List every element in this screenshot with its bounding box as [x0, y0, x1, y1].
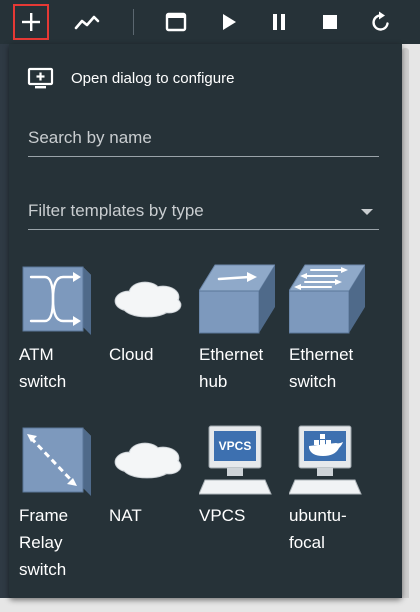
dropdown-arrow-icon	[361, 209, 373, 215]
template-name: Ethernet switch	[289, 345, 354, 391]
template-atm-switch[interactable]: ATM switch	[19, 263, 103, 395]
filter-select[interactable]: Filter templates by type	[28, 189, 379, 230]
console-button[interactable]	[158, 4, 194, 40]
template-name: Frame Relay switch	[19, 506, 69, 579]
console-icon	[165, 12, 187, 32]
template-name: Cloud	[109, 345, 154, 364]
ubuntu-focal-icon	[289, 425, 362, 495]
template-frame-relay-switch[interactable]: Frame Relay switch	[19, 424, 103, 583]
toolbar	[0, 0, 420, 44]
add-to-queue-icon	[27, 67, 54, 89]
template-vpcs[interactable]: VPCS VPCS	[199, 424, 283, 529]
stop-icon	[323, 15, 337, 29]
template-ethernet-hub[interactable]: Ethernet hub	[199, 263, 283, 395]
add-button[interactable]	[13, 4, 49, 40]
reload-icon	[372, 11, 389, 31]
filter-select-label: Filter templates by type	[28, 201, 204, 220]
scrollbar[interactable]	[402, 48, 409, 608]
template-name: Ethernet hub	[199, 345, 264, 391]
open-dialog-label: Open dialog to configure	[71, 69, 235, 87]
atm-switch-icon	[22, 266, 91, 335]
nat-icon	[114, 442, 182, 479]
template-name: ATM switch	[19, 345, 67, 391]
template-name: NAT	[109, 506, 142, 525]
chart-icon	[74, 15, 100, 30]
vpcs-screen-text: VPCS	[219, 439, 252, 453]
ethernet-switch-icon	[289, 264, 365, 334]
add-icon	[22, 13, 40, 31]
ethernet-hub-icon	[199, 264, 275, 334]
template-name: ubuntu-focal	[289, 506, 347, 552]
search-field[interactable]	[28, 116, 379, 157]
pause-icon	[273, 14, 285, 30]
start-button[interactable]	[211, 4, 247, 40]
template-cloud[interactable]: Cloud	[109, 263, 193, 368]
stop-button[interactable]	[312, 4, 348, 40]
template-ethernet-switch[interactable]: Ethernet switch	[289, 263, 373, 395]
template-ubuntu-focal[interactable]: ubuntu-focal	[289, 424, 373, 556]
cloud-icon	[114, 281, 182, 318]
open-dialog-option[interactable]: Open dialog to configure	[27, 60, 347, 96]
vpcs-icon: VPCS	[199, 425, 272, 495]
template-name: VPCS	[199, 506, 246, 525]
reload-button[interactable]	[363, 4, 399, 40]
frame-relay-switch-icon	[22, 427, 91, 496]
search-input[interactable]	[28, 128, 379, 148]
background-bottom	[0, 598, 420, 612]
toolbar-separator	[133, 9, 134, 35]
play-icon	[223, 14, 236, 30]
pause-button[interactable]	[261, 4, 297, 40]
template-nat[interactable]: NAT	[109, 424, 193, 529]
templates-panel: Open dialog to configure Filter template…	[9, 44, 402, 598]
chart-button[interactable]	[69, 4, 105, 40]
